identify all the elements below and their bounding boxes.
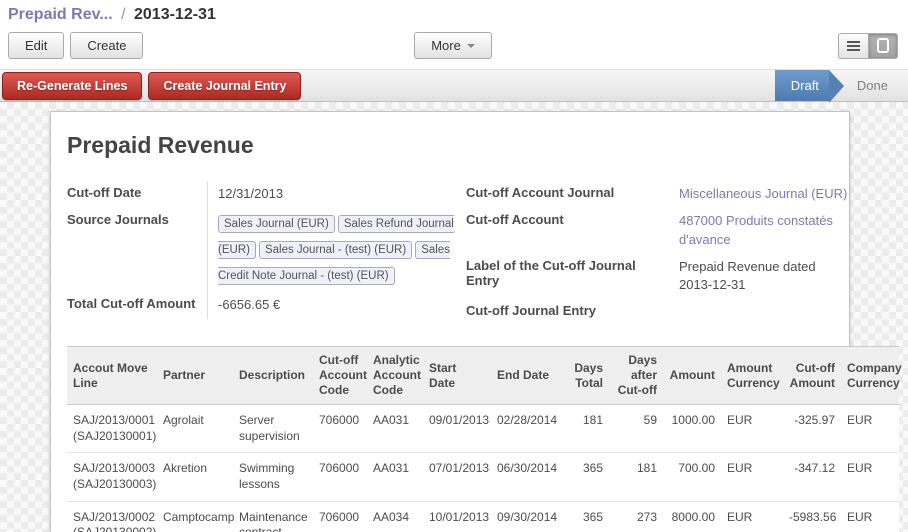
- table-cell: 181: [609, 453, 663, 501]
- top-bar: Prepaid Rev... / 2013-12-31: [0, 0, 908, 26]
- table-cell: 02/28/2014: [491, 405, 567, 453]
- table-cell: 09/30/2014: [491, 501, 567, 532]
- breadcrumb-parent-link[interactable]: Prepaid Rev...: [8, 6, 113, 23]
- table-cell: EUR: [721, 453, 783, 501]
- table-cell: EUR: [841, 405, 899, 453]
- table-cell: Camptocamp: [157, 501, 233, 532]
- create-journal-entry-button[interactable]: Create Journal Entry: [148, 72, 301, 100]
- table-cell: 706000: [313, 453, 367, 501]
- more-button[interactable]: More: [414, 32, 492, 59]
- table-row[interactable]: SAJ/2013/0002 (SAJ20130002)CamptocampMai…: [67, 501, 899, 532]
- source-journals-label: Source Journals: [67, 208, 207, 292]
- table-cell: 10/01/2013: [423, 501, 491, 532]
- table-cell: 700.00: [663, 453, 721, 501]
- journal-entry-label-label: Label of the Cut-off Journal Entry: [466, 254, 669, 300]
- list-view-button[interactable]: [838, 33, 868, 59]
- total-cutoff-amount-label: Total Cut-off Amount: [67, 292, 207, 319]
- cutoff-date-value: 12/31/2013: [207, 181, 466, 208]
- journal-tag[interactable]: Sales Journal - (test) (EUR): [259, 241, 412, 259]
- cutoff-account-journal-value[interactable]: Miscellaneous Journal (EUR): [669, 181, 849, 208]
- table-cell: 59: [609, 405, 663, 453]
- column-header[interactable]: End Date: [491, 347, 567, 405]
- table-cell: 181: [567, 405, 609, 453]
- status-bar: Re-Generate Lines Create Journal Entry D…: [0, 69, 908, 102]
- edit-button[interactable]: Edit: [8, 32, 64, 59]
- table-cell: AA031: [367, 453, 423, 501]
- column-header[interactable]: Amount: [663, 347, 721, 405]
- column-header[interactable]: Amount Currency: [721, 347, 783, 405]
- table-cell: Server supervision: [233, 405, 313, 453]
- view-switcher: [838, 33, 898, 59]
- total-cutoff-amount-value: -6656.65 €: [207, 292, 466, 319]
- cutoff-journal-entry-label: Cut-off Journal Entry: [466, 299, 669, 322]
- table-cell: 09/01/2013: [423, 405, 491, 453]
- table-cell: Agrolait: [157, 405, 233, 453]
- table-cell: EUR: [841, 501, 899, 532]
- table-cell: 706000: [313, 405, 367, 453]
- cutoff-account-label: Cut-off Account: [466, 208, 669, 254]
- more-button-label: More: [431, 38, 461, 53]
- column-header[interactable]: Days after Cut-off: [609, 347, 663, 405]
- table-cell: Swimming lessons: [233, 453, 313, 501]
- table-cell: -5983.56: [783, 501, 841, 532]
- chevron-down-icon: [467, 44, 475, 48]
- cutoff-account-journal-label: Cut-off Account Journal: [466, 181, 669, 208]
- cutoff-date-label: Cut-off Date: [67, 181, 207, 208]
- column-header[interactable]: Cut-off Amount: [783, 347, 841, 405]
- table-cell: EUR: [721, 501, 783, 532]
- column-header[interactable]: Start Date: [423, 347, 491, 405]
- journal-tag[interactable]: Sales Journal (EUR): [218, 215, 335, 233]
- column-header[interactable]: Days Total: [567, 347, 609, 405]
- regenerate-lines-button[interactable]: Re-Generate Lines: [2, 72, 142, 100]
- table-cell: Maintenance contract: [233, 501, 313, 532]
- form-fields: Cut-off Date 12/31/2013 Source Journals …: [67, 181, 849, 322]
- column-header[interactable]: Partner: [157, 347, 233, 405]
- table-cell: -325.97: [783, 405, 841, 453]
- source-journal-tags: Sales Journal (EUR)Sales Refund Journal …: [207, 208, 466, 292]
- table-cell: 07/01/2013: [423, 453, 491, 501]
- table-cell: 706000: [313, 501, 367, 532]
- table-cell: AA031: [367, 405, 423, 453]
- journal-entry-label-value: Prepaid Revenue dated 2013-12-31: [669, 254, 849, 300]
- cutoff-journal-entry-value: [669, 299, 849, 322]
- table-cell: SAJ/2013/0001 (SAJ20130001): [67, 405, 157, 453]
- breadcrumb-current: 2013-12-31: [134, 6, 216, 23]
- table-row[interactable]: SAJ/2013/0003 (SAJ20130003)AkretionSwimm…: [67, 453, 899, 501]
- table-header-row: Accout Move LinePartnerDescriptionCut-of…: [67, 347, 899, 405]
- table-body: SAJ/2013/0001 (SAJ20130001)AgrolaitServe…: [67, 405, 899, 532]
- breadcrumb: Prepaid Rev... / 2013-12-31: [8, 6, 898, 24]
- cutoff-account-value[interactable]: 487000 Produits constatés d'avance: [669, 208, 849, 254]
- table-cell: SAJ/2013/0002 (SAJ20130002): [67, 501, 157, 532]
- form-view-button[interactable]: [868, 33, 898, 59]
- column-header[interactable]: Accout Move Line: [67, 347, 157, 405]
- table-cell: AA034: [367, 501, 423, 532]
- status-draft[interactable]: Draft: [775, 70, 829, 101]
- content-area: Prepaid Revenue Cut-off Date 12/31/2013 …: [0, 102, 908, 532]
- column-header[interactable]: Cut-off Account Code: [313, 347, 367, 405]
- table-cell: EUR: [721, 405, 783, 453]
- table-cell: 8000.00: [663, 501, 721, 532]
- table-cell: 06/30/2014: [491, 453, 567, 501]
- table-cell: EUR: [841, 453, 899, 501]
- page-title: Prepaid Revenue: [67, 132, 849, 159]
- column-header[interactable]: Company Currency: [841, 347, 899, 405]
- form-view-icon: [877, 38, 889, 53]
- table-cell: Akretion: [157, 453, 233, 501]
- cutoff-lines-table: Accout Move LinePartnerDescriptionCut-of…: [67, 346, 899, 532]
- table-cell: 365: [567, 501, 609, 532]
- table-cell: 365: [567, 453, 609, 501]
- column-header[interactable]: Analytic Account Code: [367, 347, 423, 405]
- table-cell: 273: [609, 501, 663, 532]
- create-button[interactable]: Create: [70, 32, 143, 59]
- statusbar-states: Draft Done: [775, 70, 908, 101]
- form-sheet: Prepaid Revenue Cut-off Date 12/31/2013 …: [50, 111, 850, 532]
- table-cell: -347.12: [783, 453, 841, 501]
- table-row[interactable]: SAJ/2013/0001 (SAJ20130001)AgrolaitServe…: [67, 405, 899, 453]
- table-cell: 1000.00: [663, 405, 721, 453]
- table-cell: SAJ/2013/0003 (SAJ20130003): [67, 453, 157, 501]
- breadcrumb-separator: /: [117, 6, 129, 23]
- list-view-icon: [847, 45, 860, 47]
- control-bar: Edit Create More: [0, 26, 908, 69]
- column-header[interactable]: Description: [233, 347, 313, 405]
